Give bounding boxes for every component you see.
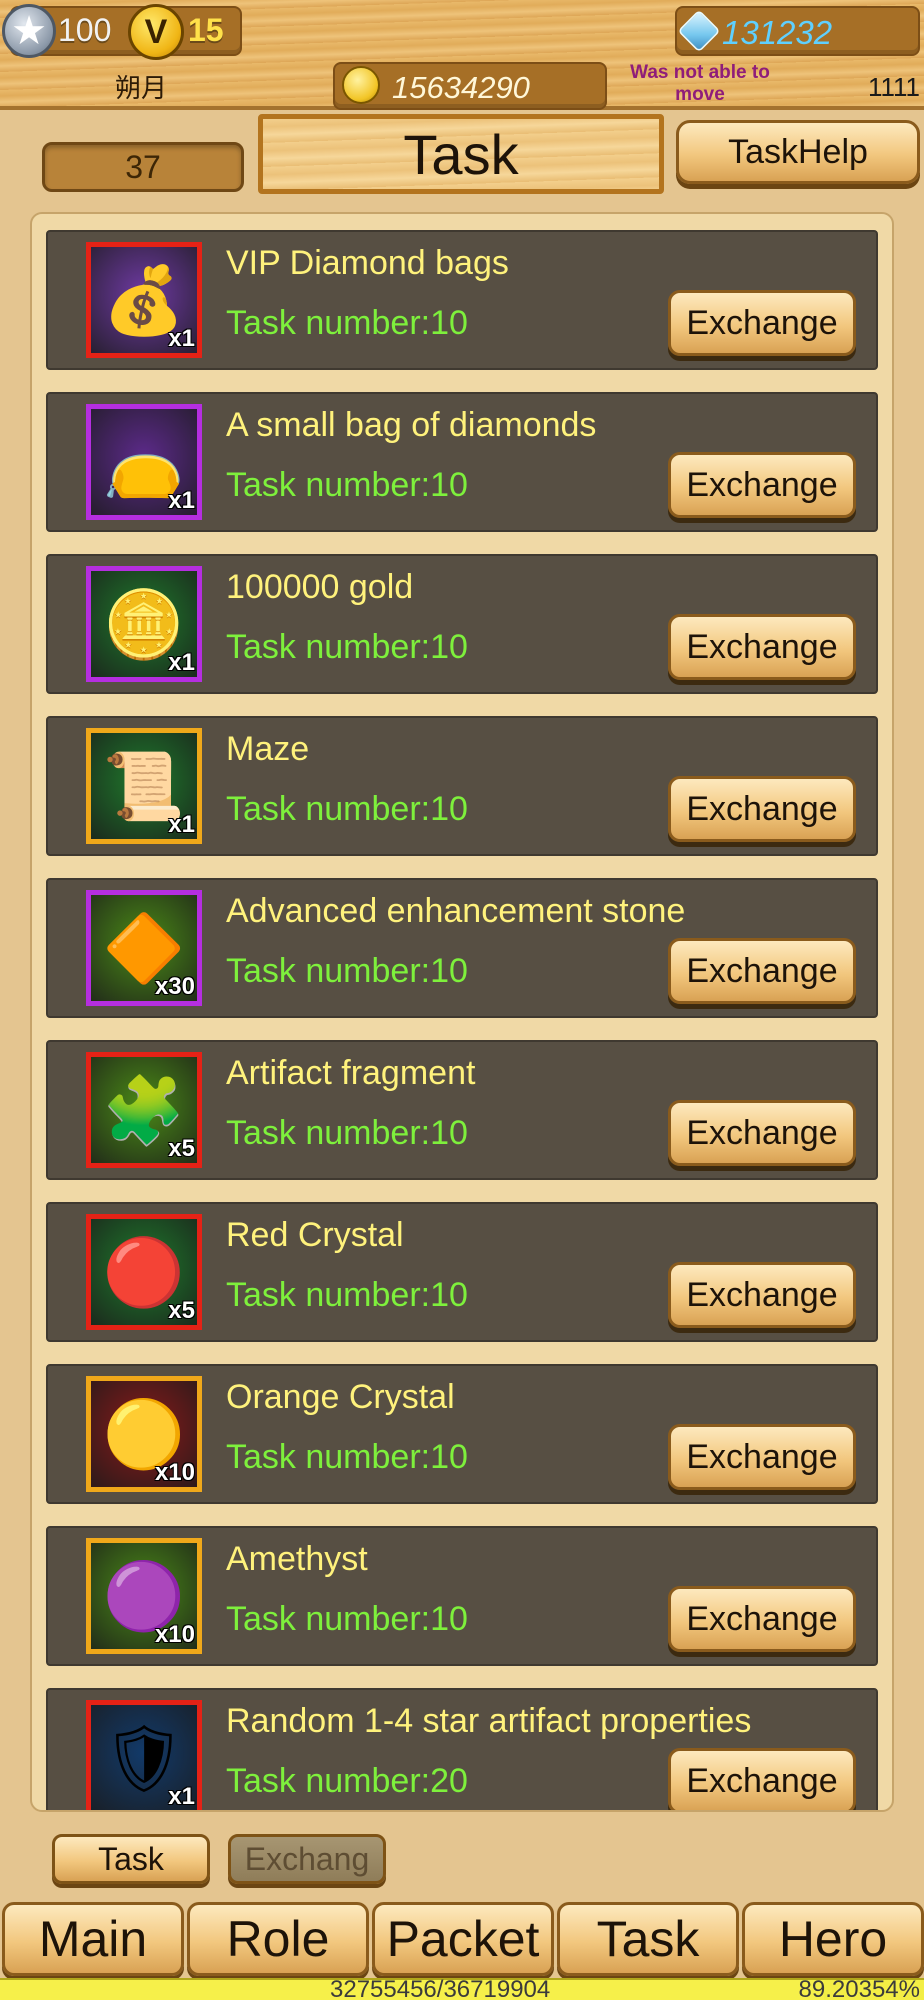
item-glyph: 💰 xyxy=(102,263,186,337)
item-name: VIP Diamond bags xyxy=(226,244,509,282)
task-requirement: Task number:10 xyxy=(226,1114,468,1152)
page-title: Task xyxy=(258,114,664,194)
artifact-armor-icon[interactable]: 🛡 x1 xyxy=(86,1700,202,1810)
red-crystal-icon[interactable]: 🔴 x5 xyxy=(86,1214,202,1330)
item-name: Red Crystal xyxy=(226,1216,404,1254)
nav-task-button[interactable]: Task xyxy=(557,1902,739,1976)
item-glyph: 🔴 xyxy=(102,1235,186,1309)
task-help-button[interactable]: TaskHelp xyxy=(676,120,920,184)
bottom-nav: Main Role Packet Task Hero xyxy=(0,1902,924,1980)
xp-text: 32755456/36719904 xyxy=(330,1976,551,2000)
item-quantity: x1 xyxy=(168,325,195,352)
task-requirement: Task number:10 xyxy=(226,1600,468,1638)
nav-hero-button[interactable]: Hero xyxy=(742,1902,924,1976)
task-requirement: Task number:10 xyxy=(226,628,468,666)
maze-token-icon[interactable]: 📜 x1 xyxy=(86,728,202,844)
enhancement-stone-icon[interactable]: 🔶 x30 xyxy=(86,890,202,1006)
item-glyph: 🟣 xyxy=(102,1559,186,1633)
gold-coin-icon[interactable]: 🪙 x1 xyxy=(86,566,202,682)
task-row: 👝 x1 A small bag of diamonds Task number:10… xyxy=(46,392,878,532)
item-glyph: 🟡 xyxy=(102,1397,186,1471)
task-row: 🔶 x30 Advanced enhancement stone Task numbe… xyxy=(46,878,878,1018)
exchange-button[interactable]: Exchange xyxy=(668,1748,856,1810)
task-row: 🟣 x10 Amethyst Task number:10 Exchange xyxy=(46,1526,878,1666)
task-row: 💰 x1 VIP Diamond bags Task number:10 Exchang… xyxy=(46,230,878,370)
task-requirement: Task number:10 xyxy=(226,466,468,504)
item-quantity: x10 xyxy=(154,1621,195,1648)
star-icon: ★ xyxy=(2,4,56,58)
item-quantity: x1 xyxy=(168,1783,195,1810)
item-name: Advanced enhancement stone xyxy=(226,892,686,930)
exchange-button[interactable]: Exchange xyxy=(668,1586,856,1652)
gold-count: 15634290 xyxy=(392,70,530,105)
item-name: Maze xyxy=(226,730,310,768)
subtab-task[interactable]: Task xyxy=(52,1834,210,1884)
nav-packet-button[interactable]: Packet xyxy=(372,1902,554,1976)
exchange-button[interactable]: Exchange xyxy=(668,614,856,680)
gold-coin-icon xyxy=(342,66,380,104)
item-name: 100000 gold xyxy=(226,568,414,606)
subtab-exchange[interactable]: Exchang xyxy=(228,1834,386,1884)
item-glyph: 📜 xyxy=(102,749,186,823)
task-requirement: Task number:10 xyxy=(226,1438,468,1476)
exchange-button[interactable]: Exchange xyxy=(668,776,856,842)
task-panel[interactable]: 💰 x1 VIP Diamond bags Task number:10 Exchang… xyxy=(30,212,894,1812)
item-name: A small bag of diamonds xyxy=(226,406,597,444)
item-quantity: x1 xyxy=(168,811,195,838)
item-name: Artifact fragment xyxy=(226,1054,476,1092)
item-glyph: 🔶 xyxy=(102,911,186,985)
task-row: 📜 x1 Maze Task number:10 Exchange xyxy=(46,716,878,856)
item-name: Amethyst xyxy=(226,1540,368,1578)
exchange-button[interactable]: Exchange xyxy=(668,290,856,356)
item-name: Random 1-4 star artifact properties xyxy=(226,1702,752,1740)
item-quantity: x5 xyxy=(168,1297,195,1324)
task-row: 🪙 x1 100000 gold Task number:10 Exchange xyxy=(46,554,878,694)
exchange-button[interactable]: Exchange xyxy=(668,452,856,518)
item-quantity: x5 xyxy=(168,1135,195,1162)
task-row: 🟡 x10 Orange Crystal Task number:10 Exchange xyxy=(46,1364,878,1504)
item-glyph: 👝 xyxy=(102,425,186,499)
diamond-bag-icon[interactable]: 💰 x1 xyxy=(86,242,202,358)
item-quantity: x30 xyxy=(154,973,195,1000)
status-message: Was not able to move xyxy=(630,62,770,105)
diamond-count: 131232 xyxy=(722,14,833,51)
nav-role-button[interactable]: Role xyxy=(187,1902,369,1976)
task-requirement: Task number:20 xyxy=(226,1762,468,1800)
item-quantity: x1 xyxy=(168,487,195,514)
task-row: 🧩 x5 Artifact fragment Task number:10 Exchan… xyxy=(46,1040,878,1180)
xp-bar: 32755456/36719904 89.20354% xyxy=(0,1976,924,2000)
amethyst-icon[interactable]: 🟣 x10 xyxy=(86,1538,202,1654)
item-quantity: x10 xyxy=(154,1459,195,1486)
orange-crystal-icon[interactable]: 🟡 x10 xyxy=(86,1376,202,1492)
server-number: 1111 xyxy=(867,72,920,102)
exchange-button[interactable]: Exchange xyxy=(668,1262,856,1328)
nav-main-button[interactable]: Main xyxy=(2,1902,184,1976)
small-bag-icon[interactable]: 👝 x1 xyxy=(86,404,202,520)
item-glyph: 🪙 xyxy=(102,587,186,661)
top-status-bar: ★ 100 V 15 朔月 131232 15634290 Was not ab… xyxy=(0,0,924,110)
item-glyph: 🧩 xyxy=(102,1073,186,1147)
task-requirement: Task number:10 xyxy=(226,952,468,990)
task-requirement: Task number:10 xyxy=(226,790,468,828)
item-quantity: x1 xyxy=(168,649,195,676)
exchange-button[interactable]: Exchange xyxy=(668,938,856,1004)
task-count-box: 37 xyxy=(42,142,244,192)
task-list: 💰 x1 VIP Diamond bags Task number:10 Exchang… xyxy=(46,230,878,1810)
task-row: 🔴 x5 Red Crystal Task number:10 Exchange xyxy=(46,1202,878,1342)
player-level: 100 xyxy=(58,12,112,48)
vip-icon: V xyxy=(128,4,184,60)
exchange-button[interactable]: Exchange xyxy=(668,1424,856,1490)
task-row: 🛡 x1 Random 1-4 star artifact properties Ta… xyxy=(46,1688,878,1810)
player-name: 朔月 xyxy=(114,73,167,103)
task-requirement: Task number:10 xyxy=(226,1276,468,1314)
exchange-button[interactable]: Exchange xyxy=(668,1100,856,1166)
item-glyph: 🛡 xyxy=(102,1721,186,1795)
artifact-fragment-icon[interactable]: 🧩 x5 xyxy=(86,1052,202,1168)
xp-percent: 89.20354% xyxy=(798,1976,920,2000)
vip-level: 15 xyxy=(188,12,224,48)
item-name: Orange Crystal xyxy=(226,1378,455,1416)
task-requirement: Task number:10 xyxy=(226,304,468,342)
